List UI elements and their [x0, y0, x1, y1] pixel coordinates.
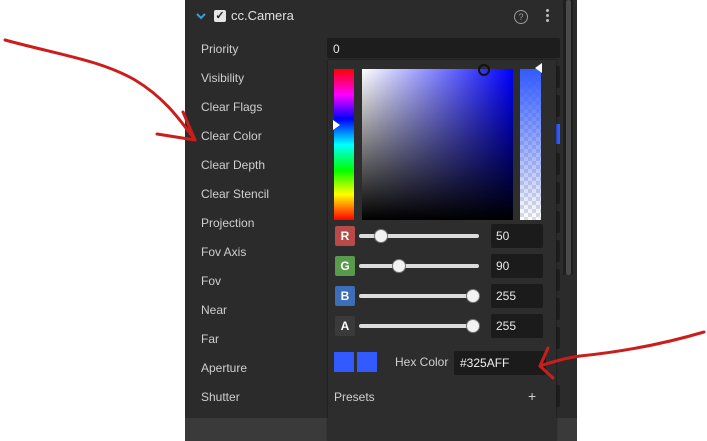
annotation-arrow-right [538, 330, 706, 368]
annotation-overlay [3, 38, 706, 380]
annotation-arrowhead-right-2 [538, 364, 555, 380]
annotation-arrow-left [3, 38, 197, 142]
annotation-arrowhead-left-2 [155, 132, 197, 142]
